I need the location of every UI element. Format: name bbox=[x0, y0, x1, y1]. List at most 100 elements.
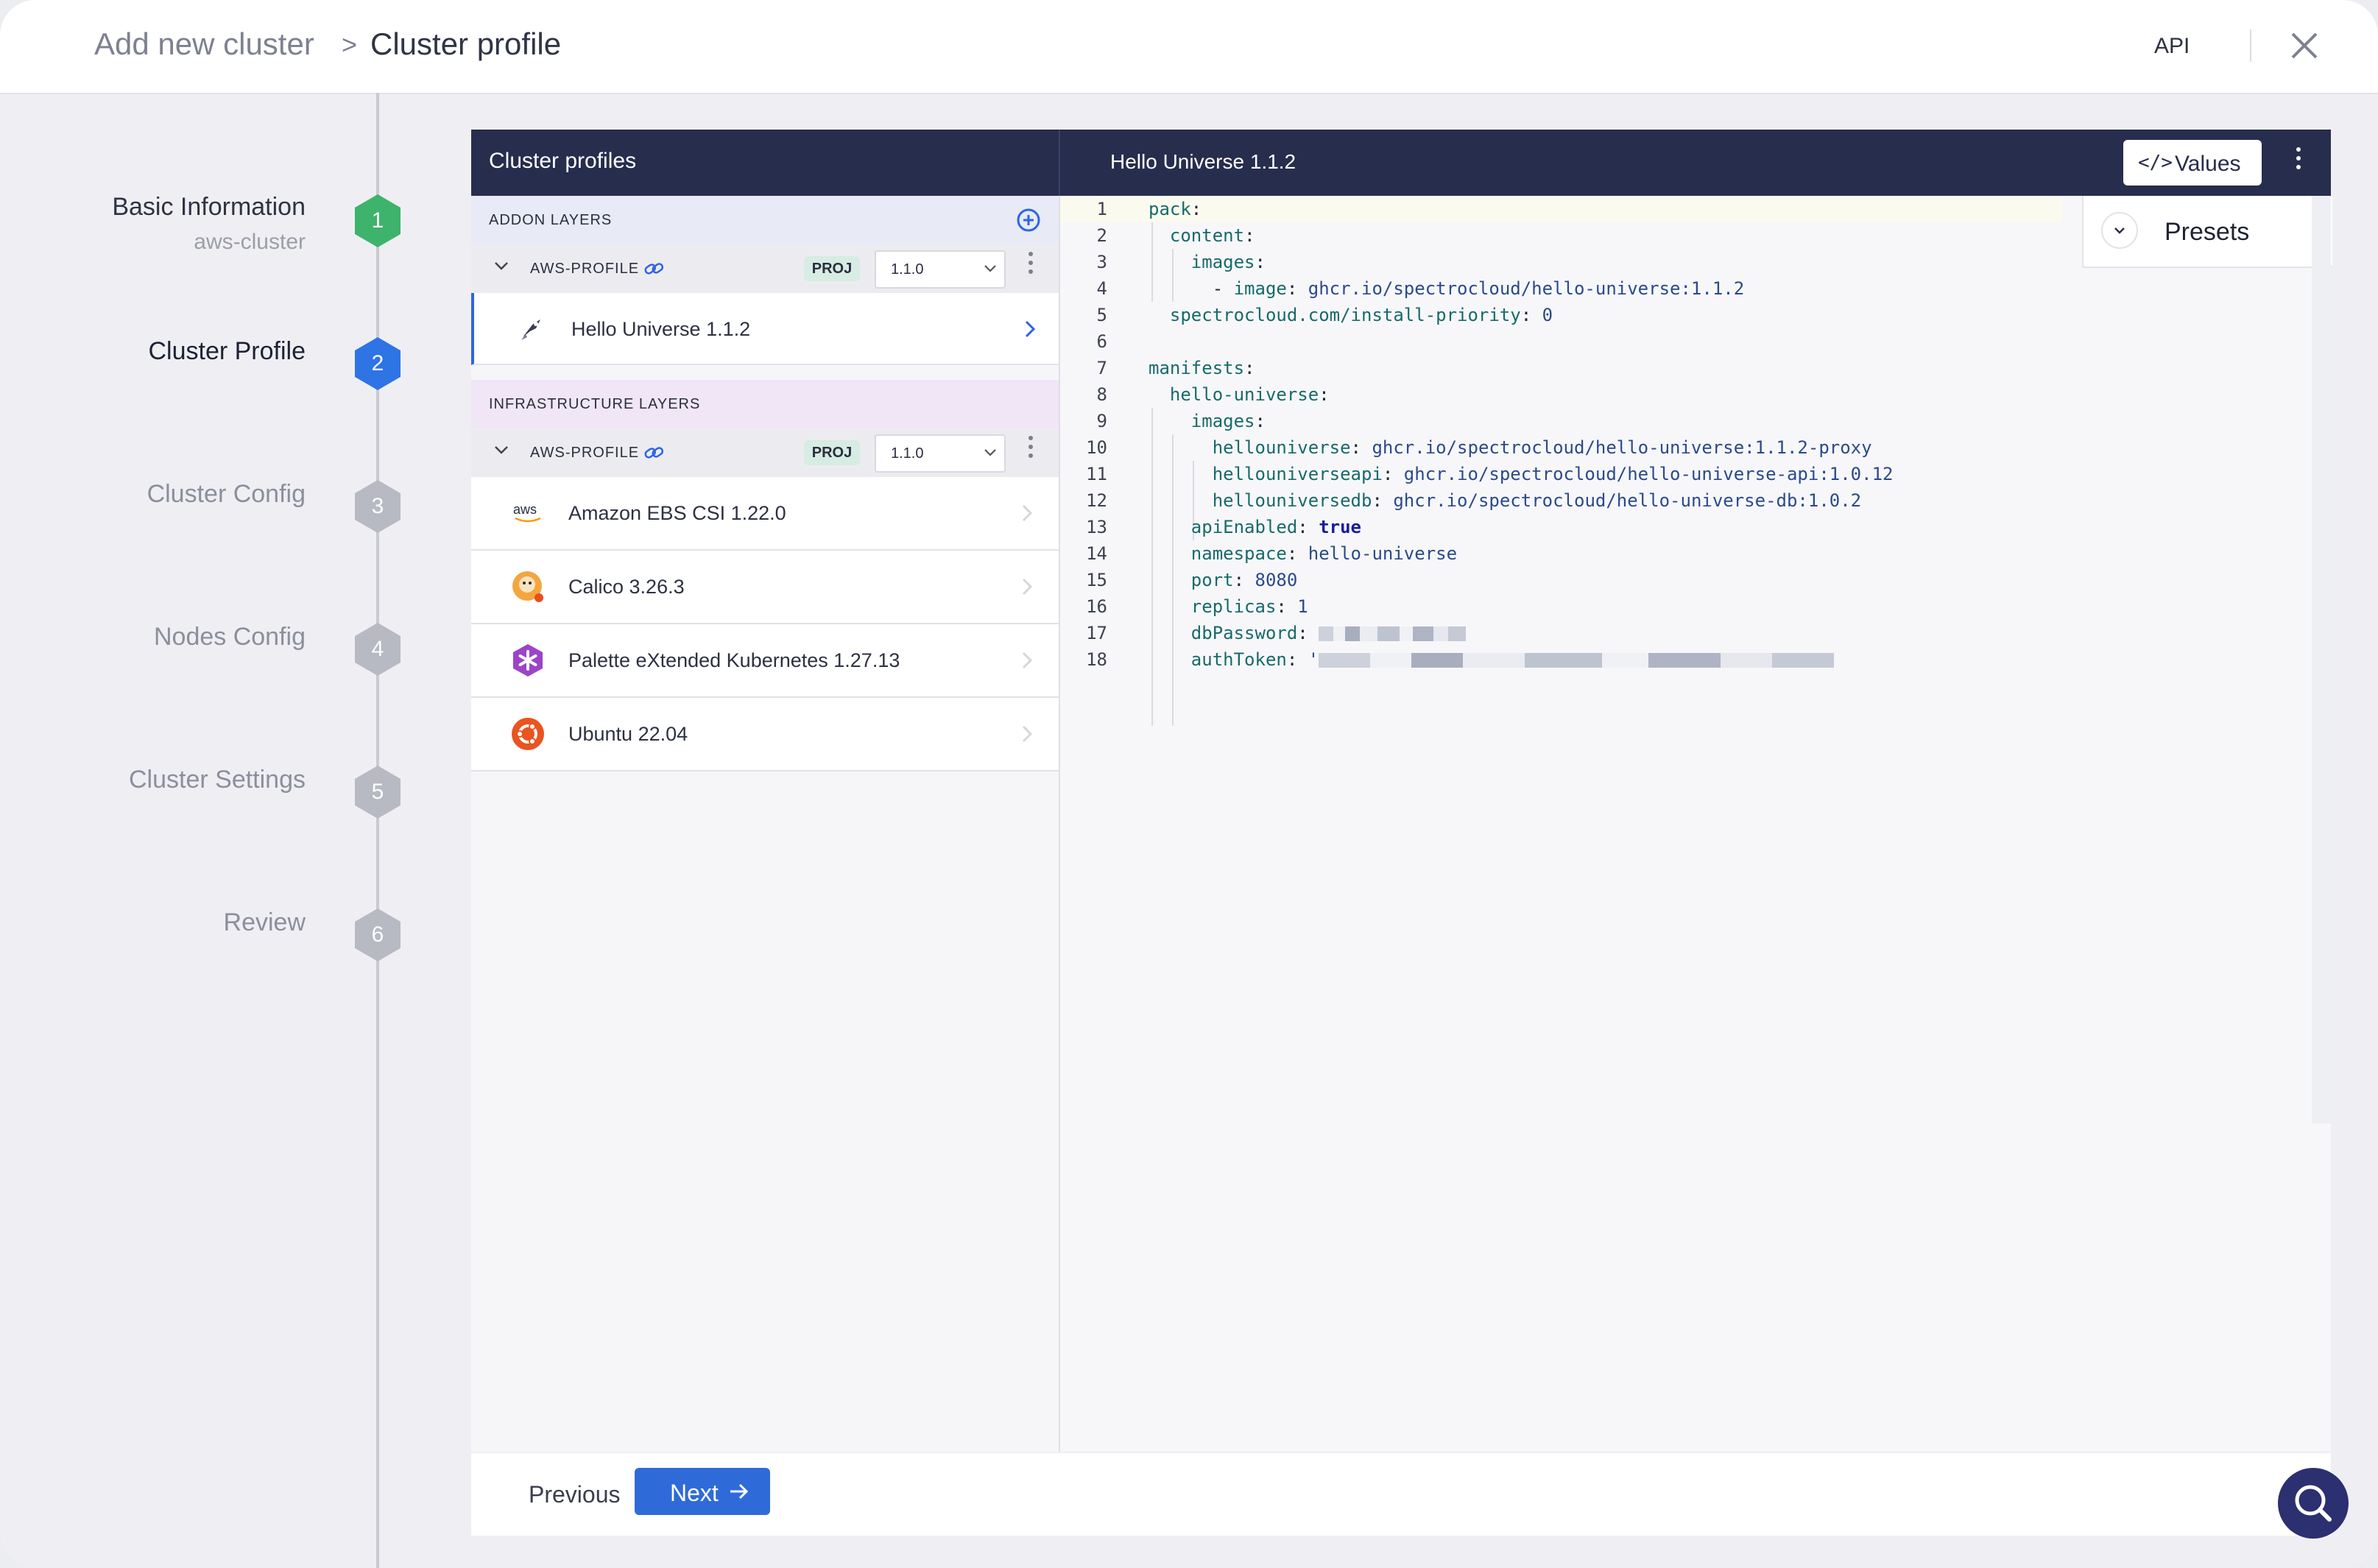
ubuntu-logo-icon bbox=[512, 718, 544, 750]
code-icon: </> bbox=[2138, 152, 2173, 174]
line-number: 2 bbox=[1096, 225, 1107, 246]
yaml-key: replicas bbox=[1190, 596, 1277, 617]
link-icon[interactable] bbox=[643, 259, 664, 278]
layer-row-palette-kubernetes[interactable]: Palette eXtended Kubernetes 1.27.13 bbox=[471, 624, 1059, 698]
layer-name: Ubuntu 22.04 bbox=[568, 723, 688, 745]
api-button[interactable]: API bbox=[2154, 34, 2190, 59]
yaml-key: hellouniverseapi bbox=[1212, 464, 1383, 484]
layer-row-calico[interactable]: Calico 3.26.3 bbox=[471, 551, 1059, 624]
svg-text:aws: aws bbox=[513, 502, 537, 517]
page-header: Add new cluster > Cluster profile API bbox=[0, 0, 2378, 94]
header-divider bbox=[2250, 29, 2251, 62]
code-line: 6 bbox=[1060, 328, 2061, 355]
layer-row-amazon-ebs-csi[interactable]: aws Amazon EBS CSI 1.22.0 bbox=[471, 477, 1059, 551]
chevron-down-icon bbox=[984, 449, 996, 456]
values-button[interactable]: </> Values bbox=[2123, 140, 2262, 186]
yaml-key: authToken bbox=[1190, 649, 1287, 670]
step-marker-1[interactable]: 1 bbox=[353, 193, 402, 249]
yaml-value: 8080 bbox=[1255, 570, 1298, 590]
addon-layers-label: ADDON LAYERS bbox=[489, 212, 613, 228]
version-select[interactable]: 1.1.0 bbox=[875, 434, 1006, 473]
chevron-right-icon bbox=[1022, 504, 1033, 522]
step-marker-6: 6 bbox=[353, 907, 402, 963]
yaml-value: ghcr.io/spectrocloud/hello-universe:1.1.… bbox=[1372, 437, 1872, 458]
code-line: 15 port: 8080 bbox=[1060, 567, 2061, 593]
chevron-down-icon[interactable] bbox=[493, 258, 509, 274]
profile-more-menu-icon[interactable] bbox=[1025, 252, 1037, 283]
breadcrumb-separator: > bbox=[342, 29, 358, 60]
yaml-key: hellouniverse bbox=[1212, 437, 1351, 458]
step-title-cluster-profile[interactable]: Cluster Profile bbox=[148, 337, 306, 366]
line-number: 13 bbox=[1086, 517, 1107, 537]
code-line: 3 images: bbox=[1060, 249, 2061, 275]
close-button[interactable] bbox=[2282, 28, 2324, 63]
chevron-right-icon bbox=[1022, 578, 1033, 596]
step-title-basic-information[interactable]: Basic Information bbox=[112, 193, 306, 222]
code-line: 4 - image: ghcr.io/spectrocloud/hello-un… bbox=[1060, 275, 2061, 302]
chevron-down-icon[interactable] bbox=[493, 442, 509, 458]
stepper-line bbox=[376, 93, 379, 1568]
layer-name: Calico 3.26.3 bbox=[568, 576, 685, 598]
aws-logo-icon: aws bbox=[513, 502, 541, 523]
code-line: 17 dbPassword: bbox=[1060, 620, 2061, 646]
addon-layers-header: ADDON LAYERS bbox=[471, 196, 1059, 244]
yaml-key: pack bbox=[1149, 199, 1191, 219]
hello-universe-icon bbox=[521, 319, 540, 340]
yaml-value: ghcr.io/spectrocloud/hello-universe-db:1… bbox=[1393, 490, 1862, 511]
layer-row-ubuntu[interactable]: Ubuntu 22.04 bbox=[471, 698, 1059, 771]
yaml-key: hellouniversedb bbox=[1212, 490, 1372, 511]
yaml-key: apiEnabled bbox=[1190, 517, 1298, 537]
search-icon bbox=[2295, 1485, 2332, 1522]
cluster-profiles-title: Cluster profiles bbox=[489, 149, 637, 173]
step-marker-3: 3 bbox=[353, 478, 402, 534]
breadcrumb-root[interactable]: Add new cluster bbox=[94, 27, 314, 62]
previous-button[interactable]: Previous bbox=[529, 1481, 621, 1508]
line-number: 6 bbox=[1096, 331, 1107, 352]
presets-toggle[interactable] bbox=[2101, 212, 2138, 249]
code-line: 2 content: bbox=[1060, 222, 2061, 249]
layer-name: Palette eXtended Kubernetes 1.27.13 bbox=[568, 649, 900, 671]
code-area[interactable]: 1 pack: 2 content: 3 images: 4 - image: … bbox=[1060, 196, 2312, 1452]
help-search-button[interactable] bbox=[2278, 1468, 2349, 1539]
presets-dropdown[interactable]: Presets bbox=[2082, 196, 2332, 268]
next-button[interactable]: Next bbox=[635, 1468, 770, 1515]
layer-name: Amazon EBS CSI 1.22.0 bbox=[568, 502, 786, 524]
yaml-key: hello-universe bbox=[1169, 384, 1319, 405]
line-number: 3 bbox=[1096, 252, 1107, 272]
redacted-value bbox=[1319, 653, 1835, 668]
yaml-value: 1 bbox=[1297, 596, 1308, 617]
values-editor[interactable]: 1 pack: 2 content: 3 images: 4 - image: … bbox=[1060, 196, 2332, 1452]
code-line: 10 hellouniverse: ghcr.io/spectrocloud/h… bbox=[1060, 434, 2061, 461]
values-button-label: Values bbox=[2175, 152, 2241, 176]
wizard-window: Add new cluster > Cluster profile API Ba… bbox=[0, 0, 2378, 1568]
wizard-footer: Previous Next bbox=[471, 1452, 2331, 1536]
code-line: 9 images: bbox=[1060, 408, 2061, 434]
yaml-key: manifests bbox=[1149, 358, 1245, 378]
proj-badge: PROJ bbox=[804, 440, 860, 465]
infrastructure-layers-header: INFRASTRUCTURE LAYERS bbox=[471, 380, 1059, 428]
line-number: 7 bbox=[1096, 358, 1107, 378]
line-number: 8 bbox=[1096, 384, 1107, 405]
step-number-4: 4 bbox=[371, 637, 384, 661]
step-marker-2[interactable]: 2 bbox=[353, 336, 402, 392]
infra-profile-row[interactable]: AWS-PROFILE PROJ 1.1.0 bbox=[471, 428, 1059, 477]
yaml-value: hello-universe bbox=[1308, 543, 1458, 564]
version-value: 1.1.0 bbox=[891, 445, 924, 462]
yaml-key: namespace bbox=[1190, 543, 1287, 564]
link-icon[interactable] bbox=[643, 443, 664, 462]
calico-logo-icon bbox=[512, 571, 543, 602]
version-value: 1.1.0 bbox=[891, 261, 924, 278]
addon-profile-row[interactable]: AWS-PROFILE PROJ 1.1.0 bbox=[471, 244, 1059, 293]
profile-name: AWS-PROFILE bbox=[530, 261, 640, 277]
profile-more-menu-icon[interactable] bbox=[1025, 436, 1037, 467]
version-select[interactable]: 1.1.0 bbox=[875, 250, 1006, 289]
yaml-key: content bbox=[1169, 225, 1245, 246]
editor-more-menu-icon[interactable] bbox=[2293, 147, 2304, 180]
layer-name: Hello Universe 1.1.2 bbox=[571, 318, 751, 340]
code-line: 11 hellouniverseapi: ghcr.io/spectroclou… bbox=[1060, 461, 2061, 487]
layer-row-hello-universe[interactable]: Hello Universe 1.1.2 bbox=[471, 293, 1059, 365]
add-layer-icon[interactable] bbox=[1016, 208, 1041, 233]
panel-header: Cluster profiles Hello Universe 1.1.2 </… bbox=[471, 130, 2331, 196]
editor-scrollbar[interactable] bbox=[2312, 196, 2331, 1123]
yaml-value: ghcr.io/spectrocloud/hello-universe-api:… bbox=[1403, 464, 1894, 484]
